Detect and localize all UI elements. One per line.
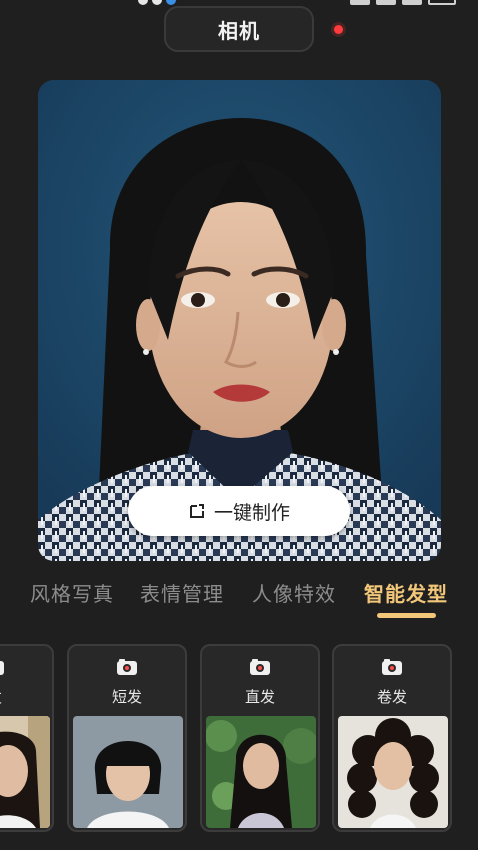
camera-icon	[0, 661, 4, 675]
hairstyle-thumbnail	[73, 716, 183, 828]
tab-portrait-effects[interactable]: 人像特效	[252, 578, 336, 607]
status-bar-left	[138, 0, 198, 5]
hairstyle-label: 直发	[244, 688, 275, 706]
hairstyle-card-short[interactable]: 短发	[67, 644, 187, 832]
edit-icon	[188, 502, 206, 520]
feature-tabs: 风格写真 表情管理 人像特效 智能发型	[0, 572, 478, 612]
camera-icon	[117, 659, 137, 675]
recording-indicator	[334, 25, 343, 34]
camera-icon	[250, 659, 270, 675]
one-click-make-button[interactable]: 一键制作	[128, 486, 350, 536]
hairstyle-thumbnail	[338, 716, 448, 828]
status-bar-right	[344, 0, 456, 5]
hairstyle-label: 长发	[0, 686, 52, 707]
tab-smart-hairstyle[interactable]: 智能发型	[364, 578, 448, 607]
tab-style-portrait[interactable]: 风格写真	[30, 578, 114, 607]
hairstyle-thumbnail	[206, 716, 316, 828]
hairstyle-card-straight[interactable]: 直发	[200, 644, 320, 832]
one-click-make-label: 一键制作	[213, 501, 290, 524]
status-bar	[0, 0, 478, 5]
hairstyle-card-curly[interactable]: 卷发	[332, 644, 452, 832]
camera-screen: 相机 一键制作 风格写真 表情管理 人像特效 智能发型 短发 直发 卷发	[0, 0, 478, 850]
camera-icon	[382, 659, 402, 675]
hairstyle-card-long[interactable]: 长发	[0, 644, 54, 832]
active-tab-indicator	[377, 613, 436, 618]
page-title[interactable]: 相机	[164, 6, 314, 52]
hairstyle-label: 短发	[111, 688, 142, 706]
hairstyle-label: 卷发	[376, 688, 407, 706]
tab-expression[interactable]: 表情管理	[140, 578, 224, 607]
hairstyle-thumbnail	[0, 716, 50, 828]
